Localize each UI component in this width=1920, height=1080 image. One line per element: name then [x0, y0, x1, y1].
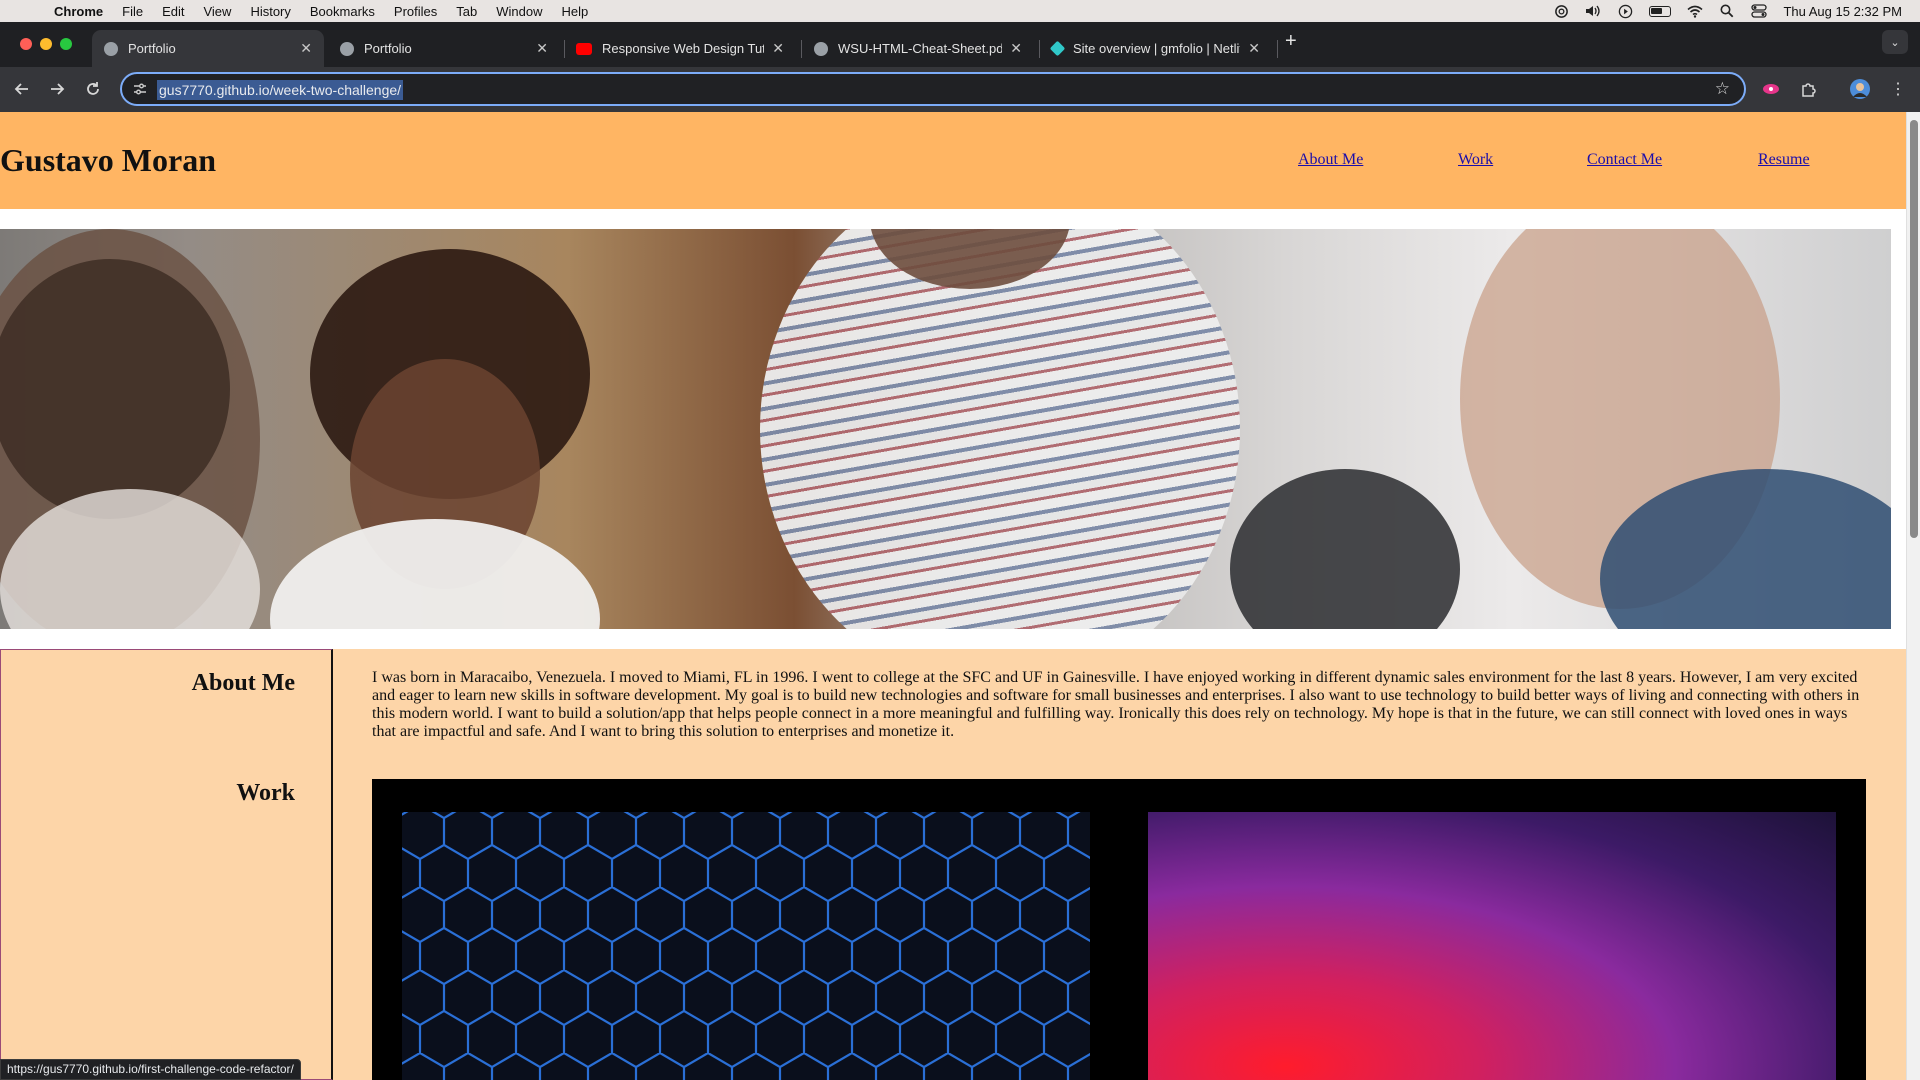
tab-netlify[interactable]: Site overview | gmfolio | Netlif ✕	[1040, 30, 1272, 67]
hexagon-pattern-image	[402, 812, 1090, 1080]
bookmark-star-icon[interactable]: ☆	[1715, 79, 1730, 99]
menu-tab[interactable]: Tab	[456, 4, 477, 19]
address-bar[interactable]: gus7770.github.io/week-two-challenge/ ☆	[120, 72, 1746, 106]
tab-html-cheat-sheet[interactable]: WSU-HTML-Cheat-Sheet.pdf ✕	[802, 30, 1034, 67]
nav-link-resume[interactable]: Resume	[1758, 151, 1810, 169]
menu-file[interactable]: File	[122, 4, 143, 19]
section-sidebar: About Me Work	[0, 649, 333, 1080]
address-bar-url[interactable]: gus7770.github.io/week-two-challenge/	[157, 80, 404, 100]
menubar-status-area: Thu Aug 15 2:32 PM	[1553, 0, 1902, 22]
nav-link-work[interactable]: Work	[1458, 151, 1493, 169]
zoom-window-button[interactable]	[60, 38, 72, 50]
globe-icon	[340, 41, 354, 56]
tab-search-chevron-icon[interactable]: ⌄	[1882, 30, 1908, 54]
work-project-card[interactable]	[402, 812, 1090, 1080]
battery-icon[interactable]	[1649, 5, 1672, 17]
menu-view[interactable]: View	[203, 4, 231, 19]
netlify-icon	[1049, 40, 1066, 57]
spotlight-search-icon[interactable]	[1719, 4, 1735, 18]
work-project-card[interactable]	[1148, 812, 1836, 1080]
site-settings-icon[interactable]	[132, 81, 148, 97]
tab-title: Portfolio	[364, 41, 412, 56]
control-center-icon[interactable]	[1751, 4, 1768, 18]
menu-history[interactable]: History	[250, 4, 290, 19]
nav-link-about-me[interactable]: About Me	[1298, 151, 1363, 169]
scrollbar-thumb[interactable]	[1910, 120, 1918, 538]
macos-menubar: Chrome File Edit View History Bookmarks …	[0, 0, 1920, 22]
wifi-icon[interactable]	[1687, 4, 1703, 18]
close-tab-icon[interactable]: ✕	[1010, 40, 1022, 57]
work-gallery	[372, 779, 1866, 1080]
globe-icon	[104, 41, 118, 56]
close-window-button[interactable]	[20, 38, 32, 50]
youtube-icon	[576, 42, 592, 55]
chrome-menu-kebab-icon[interactable]: ⋮	[1886, 77, 1910, 101]
page-viewport: Gustavo Moran About Me Work Contact Me R…	[0, 112, 1920, 1080]
extensions-puzzle-icon[interactable]	[1796, 77, 1820, 101]
volume-icon[interactable]	[1585, 4, 1601, 18]
main-content: About Me Work I was born in Maracaibo, V…	[0, 649, 1906, 1080]
tab-title: Site overview | gmfolio | Netlif	[1073, 41, 1241, 56]
back-arrow-icon[interactable]	[10, 77, 34, 101]
tab-youtube-tutorial[interactable]: Responsive Web Design Tutor ✕	[564, 30, 796, 67]
app-menu: Chrome File Edit View History Bookmarks …	[54, 4, 607, 19]
chatgpt-icon[interactable]	[1553, 4, 1569, 18]
menu-edit[interactable]: Edit	[162, 4, 184, 19]
about-me-paragraph: I was born in Maracaibo, Venezuela. I mo…	[372, 669, 1860, 740]
sidebar-heading-about-me: About Me	[191, 670, 295, 696]
site-title: Gustavo Moran	[0, 142, 216, 178]
sidebar-heading-work: Work	[236, 780, 295, 806]
nav-link-contact-me[interactable]: Contact Me	[1587, 151, 1662, 169]
close-tab-icon[interactable]: ✕	[772, 40, 784, 57]
profile-avatar[interactable]	[1848, 77, 1872, 101]
tab-portfolio[interactable]: Portfolio ✕	[328, 30, 560, 67]
close-tab-icon[interactable]: ✕	[300, 40, 312, 57]
tab-portfolio-active[interactable]: Portfolio ✕	[92, 30, 324, 67]
new-tab-icon[interactable]: +	[1285, 30, 1297, 53]
tab-separator	[1277, 40, 1278, 58]
hero-image	[0, 229, 1891, 629]
minimize-window-button[interactable]	[40, 38, 52, 50]
close-tab-icon[interactable]: ✕	[1248, 40, 1260, 57]
tab-title: Portfolio	[128, 41, 176, 56]
window-controls	[20, 38, 72, 50]
extension-icon[interactable]	[1759, 77, 1783, 101]
menu-window[interactable]: Window	[496, 4, 542, 19]
chrome-toolbar: gus7770.github.io/week-two-challenge/ ☆ …	[0, 67, 1920, 112]
chrome-tabbar: Portfolio ✕ Portfolio ✕ Responsive Web D…	[0, 22, 1920, 67]
reload-icon[interactable]	[81, 77, 105, 101]
menu-profiles[interactable]: Profiles	[394, 4, 437, 19]
menubar-clock[interactable]: Thu Aug 15 2:32 PM	[1783, 4, 1902, 19]
menu-app-name[interactable]: Chrome	[54, 4, 103, 19]
globe-icon	[814, 41, 828, 56]
tab-title: WSU-HTML-Cheat-Sheet.pdf	[838, 41, 1003, 56]
forward-arrow-icon[interactable]	[45, 77, 69, 101]
menu-help[interactable]: Help	[562, 4, 589, 19]
play-icon[interactable]	[1617, 4, 1633, 18]
page-scrollbar[interactable]	[1906, 112, 1920, 1080]
site-header: Gustavo Moran About Me Work Contact Me R…	[0, 112, 1906, 209]
link-status-bubble: https://gus7770.github.io/first-challeng…	[0, 1059, 301, 1080]
tab-title: Responsive Web Design Tutor	[602, 41, 765, 56]
menu-bookmarks[interactable]: Bookmarks	[310, 4, 375, 19]
close-tab-icon[interactable]: ✕	[536, 40, 548, 57]
